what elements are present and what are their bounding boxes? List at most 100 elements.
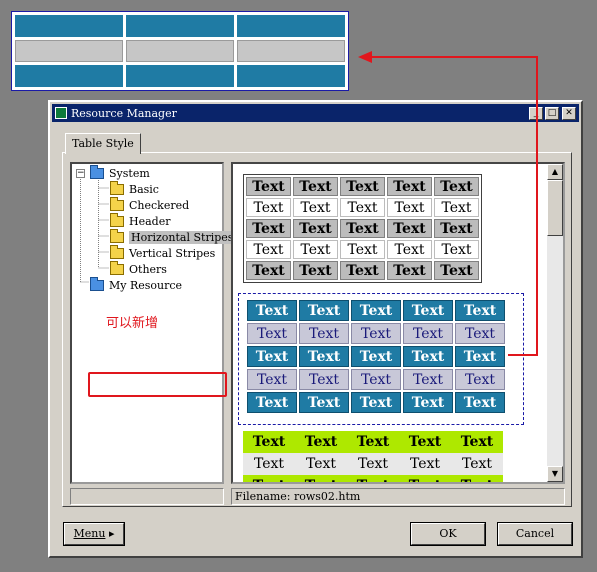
scroll-up-icon[interactable]: ▲ [547, 164, 563, 180]
table-cell: Text [403, 323, 453, 344]
highlight-box [88, 372, 227, 397]
table-cell: Text [247, 323, 297, 344]
table-cell: Text [340, 198, 385, 217]
open-folder-icon [110, 228, 124, 243]
table-cell: Text [403, 369, 453, 390]
tree-node-horizontal-stripes[interactable]: Horizontal Stripes [110, 228, 236, 245]
table-cell: Text [243, 453, 295, 475]
table-cell: Text [295, 431, 347, 453]
vertical-scrollbar[interactable]: ▲ ▼ [547, 164, 563, 482]
style-preview-grid [11, 11, 349, 91]
table-cell: Text [295, 453, 347, 475]
table-cell: Text [399, 453, 451, 475]
table-cell: Text [247, 369, 297, 390]
table-cell: Text [347, 475, 399, 482]
annotation-label: 可以新增 [106, 316, 159, 331]
table-cell: Text [246, 240, 291, 259]
table-cell: Text [387, 219, 432, 238]
table-row: TextTextTextTextText [247, 300, 505, 321]
table-cell: Text [347, 453, 399, 475]
table-cell: Text [293, 261, 338, 280]
table-cell: Text [455, 369, 505, 390]
table-cell: Text [295, 475, 347, 482]
table-cell: Text [434, 240, 479, 259]
close-button[interactable]: ✕ [562, 106, 576, 120]
tree-node-system[interactable]: System [90, 164, 150, 181]
table-row: TextTextTextTextText [246, 198, 479, 217]
table-cell: Text [451, 475, 503, 482]
tree-node-basic[interactable]: Basic [110, 180, 159, 197]
folder-icon [110, 180, 124, 195]
minimize-button[interactable]: _ [529, 106, 543, 120]
tree-node-others[interactable]: Others [110, 260, 167, 277]
collapse-toggle[interactable]: − [76, 169, 85, 178]
folder-icon [110, 244, 124, 259]
table-row: TextTextTextTextText [246, 240, 479, 259]
table-sample-lime: Text Text Text Text Text Text Text Text Text Text… [243, 431, 503, 482]
table-cell: Text [451, 431, 503, 453]
table-row: TextTextTextTextText [247, 369, 505, 390]
tree-node-my-resource[interactable]: My Resource [90, 276, 182, 293]
table-cell: Text [387, 261, 432, 280]
table-cell: Text [434, 177, 479, 196]
table-cell: Text [340, 240, 385, 259]
table-cell: Text [403, 392, 453, 413]
table-cell: Text [434, 198, 479, 217]
table-cell: Text [246, 261, 291, 280]
tab-table-style[interactable]: Table Style [65, 133, 141, 154]
folder-icon [110, 260, 124, 275]
table-sample-horizontal-stripes[interactable]: Text Text Text Text Text Text Text Text Text Text… [245, 298, 507, 415]
table-cell: Text [351, 369, 401, 390]
table-cell: Text [403, 346, 453, 367]
table-row: TextTextTextTextText [243, 431, 503, 453]
table-row: TextTextTextTextText [247, 323, 505, 344]
table-cell: Text [293, 240, 338, 259]
table-cell: Text [247, 346, 297, 367]
scroll-thumb[interactable] [547, 180, 563, 236]
scroll-down-icon[interactable]: ▼ [547, 466, 563, 482]
table-cell: Text [351, 300, 401, 321]
resource-manager-dialog: Resource Manager _ □ ✕ Table Style − Sys… [48, 100, 583, 558]
menu-arrow-icon: ▸ [108, 527, 115, 540]
table-cell: Text [299, 392, 349, 413]
table-cell: Text [347, 431, 399, 453]
table-row: TextTextTextTextText [246, 261, 479, 280]
app-icon [55, 107, 67, 119]
folder-icon [110, 212, 124, 227]
table-cell: Text [351, 346, 401, 367]
table-cell: Text [403, 300, 453, 321]
table-cell: Text [247, 300, 297, 321]
tree-node-header[interactable]: Header [110, 212, 170, 229]
table-cell: Text [434, 219, 479, 238]
table-cell: Text [340, 219, 385, 238]
table-row: TextTextTextTextText [246, 177, 479, 196]
menu-button[interactable]: Menu ▸ [63, 522, 125, 546]
table-cell: Text [293, 219, 338, 238]
table-cell: Text [299, 346, 349, 367]
table-cell: Text [455, 346, 505, 367]
table-cell: Text [451, 453, 503, 475]
table-cell: Text [246, 219, 291, 238]
style-preview-pane[interactable]: Text Text Text Text Text Text Text Text Text Text… [231, 162, 565, 484]
table-cell: Text [387, 240, 432, 259]
cancel-button[interactable]: Cancel [497, 522, 573, 546]
table-cell: Text [351, 323, 401, 344]
preview-row [15, 15, 345, 37]
tree-node-vertical-stripes[interactable]: Vertical Stripes [110, 244, 215, 261]
table-cell: Text [243, 475, 295, 482]
table-cell: Text [434, 261, 479, 280]
table-cell: Text [246, 177, 291, 196]
table-cell: Text [247, 392, 297, 413]
table-row: TextTextTextTextText [243, 475, 503, 482]
ok-button[interactable]: OK [410, 522, 486, 546]
window-title: Resource Manager [71, 106, 177, 120]
table-cell: Text [299, 323, 349, 344]
title-bar[interactable]: Resource Manager _ □ ✕ [52, 104, 579, 122]
preview-row [15, 65, 345, 87]
table-row: TextTextTextTextText [247, 392, 505, 413]
tree-node-checkered[interactable]: Checkered [110, 196, 189, 213]
table-row: TextTextTextTextText [247, 346, 505, 367]
folder-icon [90, 276, 104, 291]
preview-row [15, 40, 345, 62]
maximize-button[interactable]: □ [545, 106, 559, 120]
